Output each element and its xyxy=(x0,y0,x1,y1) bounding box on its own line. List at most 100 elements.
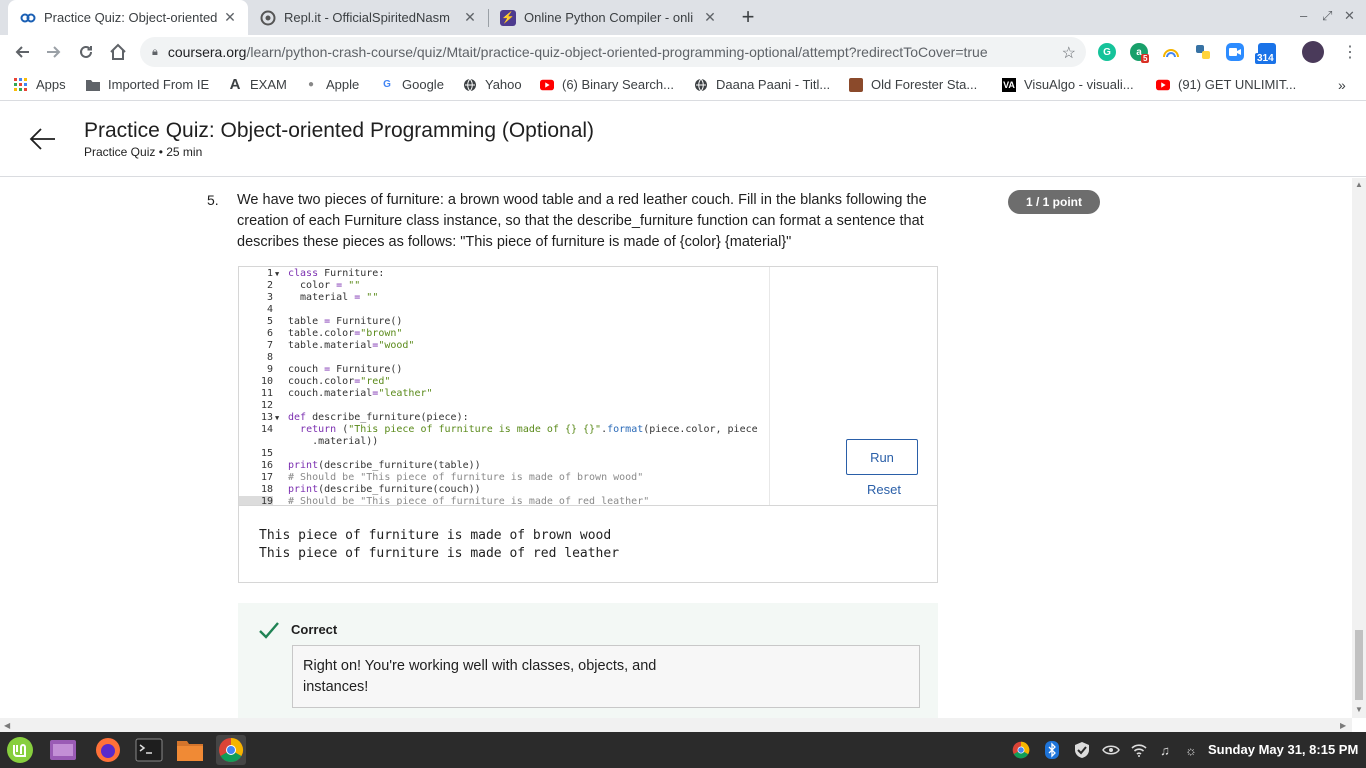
tab-replit[interactable]: Repl.it - OfficialSpiritedNasm ✕ xyxy=(248,0,488,35)
url-path: /learn/python-crash-course/quiz/Mtait/pr… xyxy=(246,44,988,60)
code-line: 11 couch.material="leather" xyxy=(260,388,433,399)
bookmark-label: Google xyxy=(402,77,444,92)
scroll-up-icon[interactable]: ▲ xyxy=(1355,180,1363,189)
code-line: 6 table.color="brown" xyxy=(266,328,403,339)
rainbow-icon[interactable] xyxy=(1162,43,1180,61)
address-bar[interactable]: 🔒︎ coursera.org/learn/python-crash-cours… xyxy=(140,37,1086,67)
firefox-icon[interactable] xyxy=(93,735,123,765)
taskbar: ♫ ☼ Sunday May 31, 8:15 PM xyxy=(0,732,1366,768)
vertical-scrollbar[interactable]: ▲ ▼ xyxy=(1352,178,1366,718)
feedback-line: Right on! You're working well with class… xyxy=(303,658,657,674)
back-button[interactable] xyxy=(10,40,34,64)
lightning-icon: ⚡ xyxy=(500,9,516,26)
checkmark-icon xyxy=(259,622,279,639)
bookmark-binary-search[interactable]: (6) Binary Search... xyxy=(540,77,674,92)
files-icon[interactable] xyxy=(175,735,205,765)
bookmark-old-forester[interactable]: Old Forester Sta... xyxy=(849,77,977,92)
tab-coursera[interactable]: Practice Quiz: Object-oriented ✕ xyxy=(8,0,248,35)
chrome-icon[interactable] xyxy=(216,735,246,765)
scroll-right-icon[interactable]: ▶ xyxy=(1340,721,1346,730)
zoom-icon[interactable] xyxy=(1226,43,1244,61)
home-button[interactable] xyxy=(106,40,130,64)
shield-check-icon[interactable] xyxy=(1073,741,1091,759)
bookmark-exam[interactable]: A EXAM xyxy=(228,76,287,93)
forester-icon xyxy=(849,77,863,92)
apps-grid-icon xyxy=(14,77,28,92)
bookmark-label: Imported From IE xyxy=(108,77,210,92)
code-line: 10 couch.color="red" xyxy=(260,376,391,387)
forward-button[interactable] xyxy=(42,40,66,64)
browser-toolbar: 🔒︎ coursera.org/learn/python-crash-cours… xyxy=(0,35,1366,69)
chrome-tray-icon[interactable] xyxy=(1012,741,1030,759)
grammarly-icon[interactable]: G xyxy=(1098,43,1116,61)
bookmark-imported[interactable]: Imported From IE xyxy=(86,77,209,92)
folder-icon xyxy=(86,78,100,92)
close-icon[interactable]: ✕ xyxy=(220,9,240,26)
replit-icon xyxy=(260,10,276,26)
tab-strip: Practice Quiz: Object-oriented ✕ Repl.it… xyxy=(0,0,1366,35)
scroll-left-icon[interactable]: ◀ xyxy=(4,721,10,730)
code-editor[interactable]: 1 ▼ class Furniture: 2 color = "" 3 materi… xyxy=(239,267,770,505)
brightness-icon[interactable]: ☼ xyxy=(1182,741,1200,759)
bookmark-star-icon[interactable]: ☆ xyxy=(1062,43,1076,63)
question-number: 5. xyxy=(207,192,219,208)
bookmark-label: Apps xyxy=(36,77,66,92)
feedback-panel: Correct Right on! You're working well wi… xyxy=(238,603,938,718)
apple-icon: ● xyxy=(307,79,315,90)
close-icon[interactable]: ✕ xyxy=(460,9,480,26)
python-icon[interactable] xyxy=(1194,43,1212,61)
bookmark-get-unlimited[interactable]: (91) GET UNLIMIT... xyxy=(1156,77,1296,92)
scroll-down-icon[interactable]: ▼ xyxy=(1355,705,1363,714)
points-badge: 1 / 1 point xyxy=(1008,190,1100,214)
close-icon[interactable]: ✕ xyxy=(700,9,720,26)
wifi-icon[interactable] xyxy=(1130,741,1148,759)
clock[interactable]: Sunday May 31, 8:15 PM xyxy=(1208,742,1358,757)
code-line: 12 xyxy=(260,400,273,411)
bookmark-yahoo[interactable]: Yahoo xyxy=(463,77,522,92)
code-line: 15 xyxy=(260,448,273,459)
code-line: 4 xyxy=(266,304,273,315)
bookmark-label: (6) Binary Search... xyxy=(562,77,674,92)
code-line: 5 table = Furniture() xyxy=(266,316,403,327)
music-icon[interactable]: ♫ xyxy=(1156,741,1174,759)
minimize-icon[interactable]: – xyxy=(1300,8,1307,23)
bookmarks-overflow-icon[interactable]: » xyxy=(1338,77,1346,93)
code-line: 2 color = "" xyxy=(266,280,361,291)
workspace-icon[interactable] xyxy=(48,735,78,765)
globe-icon xyxy=(694,78,708,92)
code-line: 7 table.material="wood" xyxy=(266,340,415,351)
new-tab-button[interactable]: + xyxy=(737,4,759,30)
scrollbar-thumb[interactable] xyxy=(1355,630,1363,700)
bookmark-apple[interactable]: ● Apple xyxy=(304,77,359,92)
reset-link[interactable]: Reset xyxy=(867,482,901,497)
feedback-message: Right on! You're working well with class… xyxy=(292,645,920,708)
bookmark-daana-paani[interactable]: Daana Paani - Titl... xyxy=(694,77,830,92)
terminal-icon[interactable] xyxy=(134,735,164,765)
nvidia-icon[interactable] xyxy=(1102,741,1120,759)
code-line: 3 material = "" xyxy=(266,292,379,303)
menu-icon[interactable]: ⋮ xyxy=(1342,42,1358,62)
reload-icon xyxy=(80,45,92,58)
restore-icon[interactable]: ⤢ xyxy=(1322,8,1332,24)
bookmark-google[interactable]: G Google xyxy=(380,77,444,92)
mint-menu-icon[interactable] xyxy=(5,735,35,765)
quiz-header: Practice Quiz: Object-oriented Programmi… xyxy=(0,101,1366,177)
output-line: This piece of furniture is made of red l… xyxy=(259,546,620,561)
code-line: .material)) xyxy=(288,436,379,447)
back-arrow-icon xyxy=(15,46,29,58)
tab-python-compiler[interactable]: ⚡ Online Python Compiler - onli ✕ xyxy=(488,0,728,35)
reload-button[interactable] xyxy=(74,40,98,64)
extension-badge: 314 xyxy=(1255,53,1276,64)
close-window-icon[interactable]: ✕ xyxy=(1344,8,1355,24)
bookmark-apps[interactable]: Apps xyxy=(14,77,66,92)
coursera-icon xyxy=(20,10,36,26)
code-output: This piece of furniture is made of brown… xyxy=(239,505,937,582)
avatar[interactable] xyxy=(1302,41,1324,63)
run-button[interactable]: Run xyxy=(846,439,918,475)
bookmark-visualgo[interactable]: VA VisuAlgo - visuali... xyxy=(1002,77,1134,92)
bluetooth-icon[interactable] xyxy=(1043,741,1061,759)
extension-badge: 5 xyxy=(1141,54,1150,63)
horizontal-scrollbar[interactable]: ◀ ▶ xyxy=(0,718,1352,732)
back-arrow-icon[interactable] xyxy=(28,127,56,151)
youtube-icon xyxy=(540,78,554,92)
